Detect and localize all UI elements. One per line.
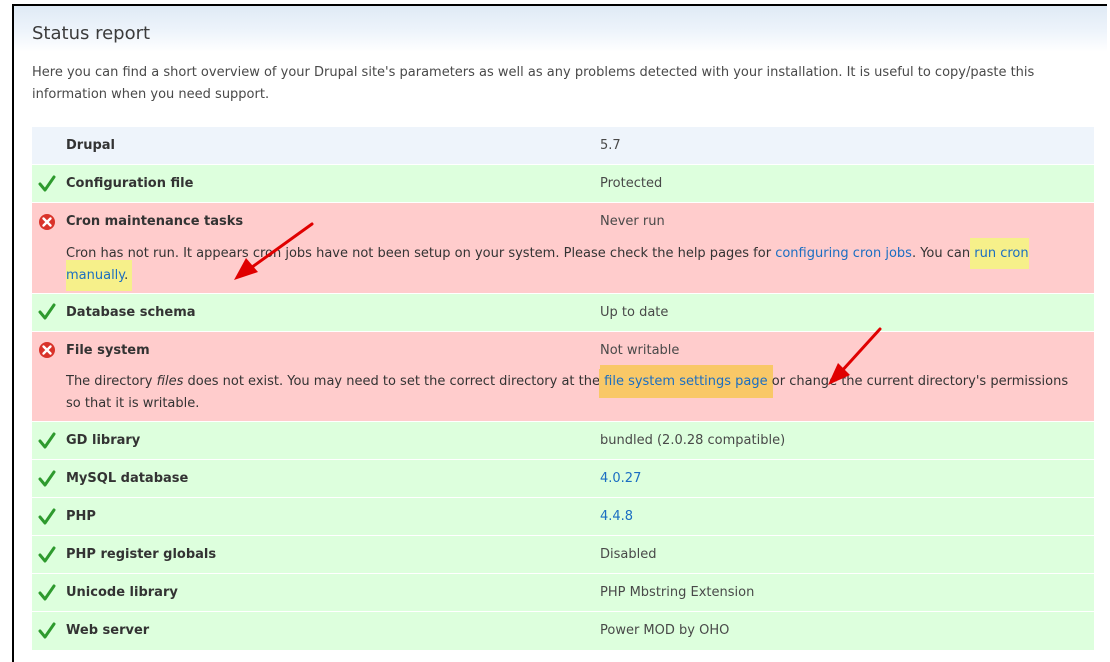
file-system-settings-link[interactable]: file system settings page bbox=[604, 374, 768, 389]
files-directory-name: files bbox=[156, 374, 184, 389]
cron-description-text: Cron has not run. It appears cron jobs h… bbox=[66, 245, 776, 261]
row-value: Protected bbox=[600, 164, 1094, 203]
status-row-mysql: MySQL database 4.0.27 bbox=[32, 459, 1094, 498]
intro-text: Here you can find a short overview of yo… bbox=[32, 65, 1035, 102]
cron-description-text-end: . bbox=[124, 267, 129, 283]
status-row-file-system: File system Not writable bbox=[32, 330, 1094, 369]
check-icon bbox=[38, 432, 56, 448]
check-icon bbox=[38, 175, 56, 191]
php-version-link[interactable]: 4.4.8 bbox=[600, 509, 633, 524]
status-row-file-system-description: The directory files does not exist. You … bbox=[32, 369, 1094, 422]
row-label: Unicode library bbox=[66, 585, 178, 600]
row-label: MySQL database bbox=[66, 471, 189, 486]
error-icon bbox=[39, 213, 55, 230]
configuring-cron-jobs-link[interactable]: configuring cron jobs bbox=[775, 246, 912, 261]
status-row-php: PHP 4.4.8 bbox=[32, 497, 1094, 536]
filesystem-description-text-mid: does not exist. You may need to set the … bbox=[183, 374, 605, 389]
mysql-version-link[interactable]: 4.0.27 bbox=[600, 471, 641, 486]
check-icon bbox=[38, 622, 56, 639]
row-label: GD library bbox=[66, 433, 141, 448]
filesystem-description-text: The directory bbox=[66, 374, 157, 389]
row-value: 5.7 bbox=[600, 126, 1094, 165]
page-title: Status report bbox=[32, 23, 151, 44]
row-value: Up to date bbox=[600, 292, 1094, 331]
status-row-configuration-file: Configuration file Protected bbox=[32, 164, 1094, 203]
row-label: Drupal bbox=[32, 126, 600, 165]
check-icon bbox=[38, 470, 56, 486]
check-icon bbox=[38, 546, 56, 562]
page-header: Status report bbox=[14, 6, 1107, 52]
check-icon bbox=[38, 303, 56, 320]
error-icon bbox=[39, 342, 55, 359]
status-row-cron-description: Cron has not run. It appears cron jobs h… bbox=[32, 240, 1094, 293]
status-row-php-register-globals: PHP register globals Disabled bbox=[32, 535, 1094, 574]
row-label: PHP register globals bbox=[66, 547, 217, 562]
status-row-web-server: Web server Power MOD by OHO bbox=[32, 611, 1094, 650]
row-value: PHP Mbstring Extension bbox=[600, 573, 1094, 612]
status-row-cron: Cron maintenance tasks Never run bbox=[32, 202, 1094, 241]
status-report-frame: Status report Here you can find a short … bbox=[12, 4, 1107, 662]
cron-description-text-mid: . You can bbox=[911, 245, 975, 261]
row-label: PHP bbox=[66, 509, 96, 524]
row-value: Never run bbox=[600, 202, 1094, 241]
row-value: Disabled bbox=[600, 535, 1094, 574]
row-label: File system bbox=[66, 342, 150, 358]
highlight-file-system-settings: file system settings page bbox=[604, 370, 768, 393]
check-icon bbox=[38, 584, 56, 600]
row-label: Web server bbox=[66, 623, 150, 639]
row-label: Database schema bbox=[66, 304, 196, 320]
row-label: Configuration file bbox=[66, 176, 194, 191]
status-row-database-schema: Database schema Up to date bbox=[32, 292, 1094, 331]
status-row-gd-library: GD library bundled (2.0.28 compatible) bbox=[32, 421, 1094, 460]
status-table: Drupal 5.7 Configuration file Protected … bbox=[32, 126, 1094, 650]
row-value: bundled (2.0.28 compatible) bbox=[600, 421, 1094, 460]
check-icon bbox=[38, 508, 56, 524]
status-row-unicode-library: Unicode library PHP Mbstring Extension bbox=[32, 573, 1094, 612]
row-value: Power MOD by OHO bbox=[600, 611, 1094, 650]
row-label: Cron maintenance tasks bbox=[66, 214, 244, 230]
status-row-drupal: Drupal 5.7 bbox=[32, 126, 1094, 165]
row-value: Not writable bbox=[600, 330, 1094, 369]
